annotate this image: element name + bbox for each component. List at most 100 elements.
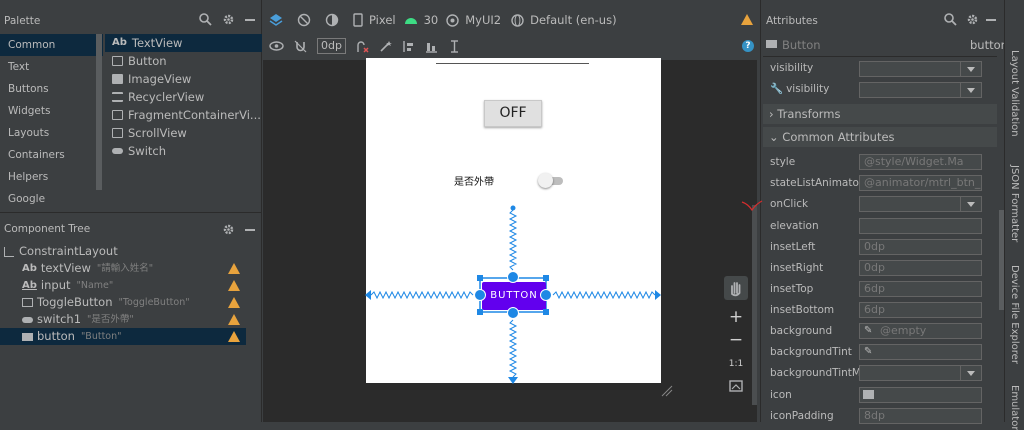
zoom-fit-button[interactable] — [724, 374, 748, 398]
editor-vertical-scrollbar[interactable] — [752, 205, 757, 405]
tab-emulator[interactable]: Emulator — [1009, 385, 1020, 430]
night-mode-icon[interactable] — [325, 13, 339, 27]
device-icon[interactable] — [353, 13, 363, 27]
attr-field-insetright[interactable]: 0dp — [859, 260, 982, 276]
align-icon[interactable] — [425, 40, 438, 53]
theme-selector[interactable]: MyUI2 — [465, 13, 501, 27]
attr-field-statelistanimator[interactable]: @animator/mtrl_btn_st — [859, 175, 982, 191]
palette-category-widgets[interactable]: Widgets — [0, 100, 103, 122]
attr-field-insetleft[interactable]: 0dp — [859, 239, 982, 255]
gear-icon[interactable] — [966, 13, 979, 26]
resize-handle-bottom-right[interactable] — [543, 309, 549, 315]
attr-field-backgroundtintmode[interactable] — [859, 365, 982, 381]
search-icon[interactable] — [199, 13, 212, 26]
palette-category-layouts[interactable]: Layouts — [0, 122, 103, 144]
zoom-out-button[interactable]: − — [724, 328, 748, 352]
palette-item-imageview[interactable]: ImageView — [112, 70, 191, 88]
attr-field-style[interactable]: @style/Widget.Ma — [859, 154, 982, 170]
pan-button[interactable] — [724, 276, 748, 300]
palette-category-google[interactable]: Google — [0, 188, 103, 210]
palette-scrollbar[interactable] — [96, 34, 102, 190]
tab-device-file-explorer[interactable]: Device File Explorer — [1009, 265, 1020, 364]
tree-root[interactable]: ConstraintLayout — [0, 243, 246, 260]
switch-thumb[interactable] — [538, 173, 553, 188]
minimize-icon[interactable] — [245, 19, 255, 21]
toggle-button[interactable]: OFF — [484, 100, 542, 127]
tree-node-button[interactable]: button "Button" — [0, 328, 246, 345]
api-level-selector[interactable]: 30 — [424, 13, 439, 27]
selected-button[interactable]: BUTTON — [482, 282, 546, 310]
locale-selector[interactable]: Default (en-us) — [530, 13, 616, 27]
attr-field-tools-visibility[interactable] — [859, 82, 982, 98]
tree-node-togglebutton[interactable]: ToggleButton "ToggleButton" — [0, 294, 246, 311]
pack-icon[interactable] — [402, 40, 415, 53]
attr-field-onclick[interactable] — [859, 196, 982, 212]
image-icon[interactable] — [863, 390, 874, 399]
search-icon[interactable] — [944, 13, 957, 26]
palette-category-common[interactable]: Common — [0, 34, 103, 56]
attr-field-insettop[interactable]: 6dp — [859, 281, 982, 297]
eye-icon[interactable] — [269, 41, 284, 51]
zoom-actual-size-button[interactable]: 1:1 — [724, 352, 748, 376]
attr-field-elevation[interactable] — [859, 218, 982, 234]
gear-icon[interactable] — [222, 13, 235, 26]
palette-item-scrollview[interactable]: ScrollView — [112, 124, 187, 142]
attr-label-style: style — [770, 156, 796, 168]
resize-handle-top-left[interactable] — [477, 275, 483, 281]
component-id[interactable]: button — [970, 38, 1008, 52]
warning-icon[interactable] — [228, 280, 240, 291]
attr-field-background[interactable]: @empty — [859, 323, 982, 339]
tree-node-input[interactable]: Ab input "Name" — [0, 277, 246, 294]
palette-category-containers[interactable]: Containers — [0, 144, 103, 166]
attr-field-icon[interactable] — [859, 387, 982, 403]
eyedropper-icon[interactable]: ✎ — [864, 346, 872, 357]
warning-icon[interactable] — [228, 331, 240, 342]
canvas-resize-icon[interactable] — [660, 384, 674, 398]
attr-field-visibility[interactable] — [859, 61, 982, 77]
bottom-anchor-handle[interactable] — [507, 307, 519, 319]
right-anchor-handle[interactable] — [540, 289, 552, 301]
zoom-in-button[interactable]: + — [724, 305, 748, 329]
magic-wand-icon[interactable] — [379, 40, 392, 53]
warning-icon[interactable] — [228, 297, 240, 308]
left-anchor-handle[interactable] — [474, 289, 486, 301]
palette-item-button[interactable]: Button — [112, 52, 167, 70]
tab-json-formatter[interactable]: JSON Formatter — [1009, 165, 1020, 242]
top-anchor-handle[interactable] — [507, 271, 519, 283]
tab-layout-validation[interactable]: Layout Validation — [1009, 50, 1020, 137]
layers-icon[interactable] — [269, 13, 283, 27]
resize-handle-bottom-left[interactable] — [477, 309, 483, 315]
tree-node-switch1[interactable]: switch1 "是否外帶" — [0, 311, 246, 328]
default-margin-selector[interactable]: 0dp — [317, 38, 346, 54]
component-tree-panel: Component Tree ConstraintLayout Ab textV… — [0, 212, 262, 422]
device-selector[interactable]: Pixel — [369, 13, 396, 27]
fit-screen-icon — [729, 380, 743, 392]
attr-field-backgroundtint[interactable] — [859, 344, 982, 360]
clear-constraints-icon[interactable] — [356, 40, 369, 53]
minimize-icon[interactable] — [245, 229, 255, 231]
orientation-icon[interactable] — [297, 13, 311, 27]
warning-icon[interactable] — [741, 14, 753, 25]
minimize-icon[interactable] — [986, 19, 996, 21]
section-transforms[interactable]: › Transforms — [763, 104, 997, 124]
palette-item-recyclerview[interactable]: RecyclerView — [112, 88, 204, 106]
eyedropper-icon[interactable]: ✎ — [864, 325, 872, 336]
resize-handle-top-right[interactable] — [543, 275, 549, 281]
warning-icon[interactable] — [228, 314, 240, 325]
palette-category-buttons[interactable]: Buttons — [0, 78, 103, 100]
palette-category-helpers[interactable]: Helpers — [0, 166, 103, 188]
palette-item-switch[interactable]: Switch — [112, 142, 166, 160]
palette-item-textview[interactable]: Ab TextView — [112, 34, 182, 52]
palette-item-fragmentcontainerview[interactable]: FragmentContainerVi... — [112, 106, 261, 124]
section-common-attributes[interactable]: ⌄ Common Attributes — [763, 127, 997, 147]
magnet-off-icon[interactable] — [294, 40, 307, 53]
help-icon[interactable]: ? — [742, 40, 754, 52]
tree-node-name: input — [40, 278, 71, 292]
design-toolbar: Pixel 30 MyUI2 Default (en-us) — [263, 8, 757, 32]
gear-icon[interactable] — [222, 223, 235, 236]
palette-category-text[interactable]: Text — [0, 56, 103, 78]
tree-node-textview[interactable]: Ab textView "請輸入姓名" — [0, 260, 246, 277]
warning-icon[interactable] — [228, 263, 240, 274]
guidelines-icon[interactable] — [448, 39, 461, 53]
attr-field-insetbottom[interactable]: 6dp — [859, 302, 982, 318]
